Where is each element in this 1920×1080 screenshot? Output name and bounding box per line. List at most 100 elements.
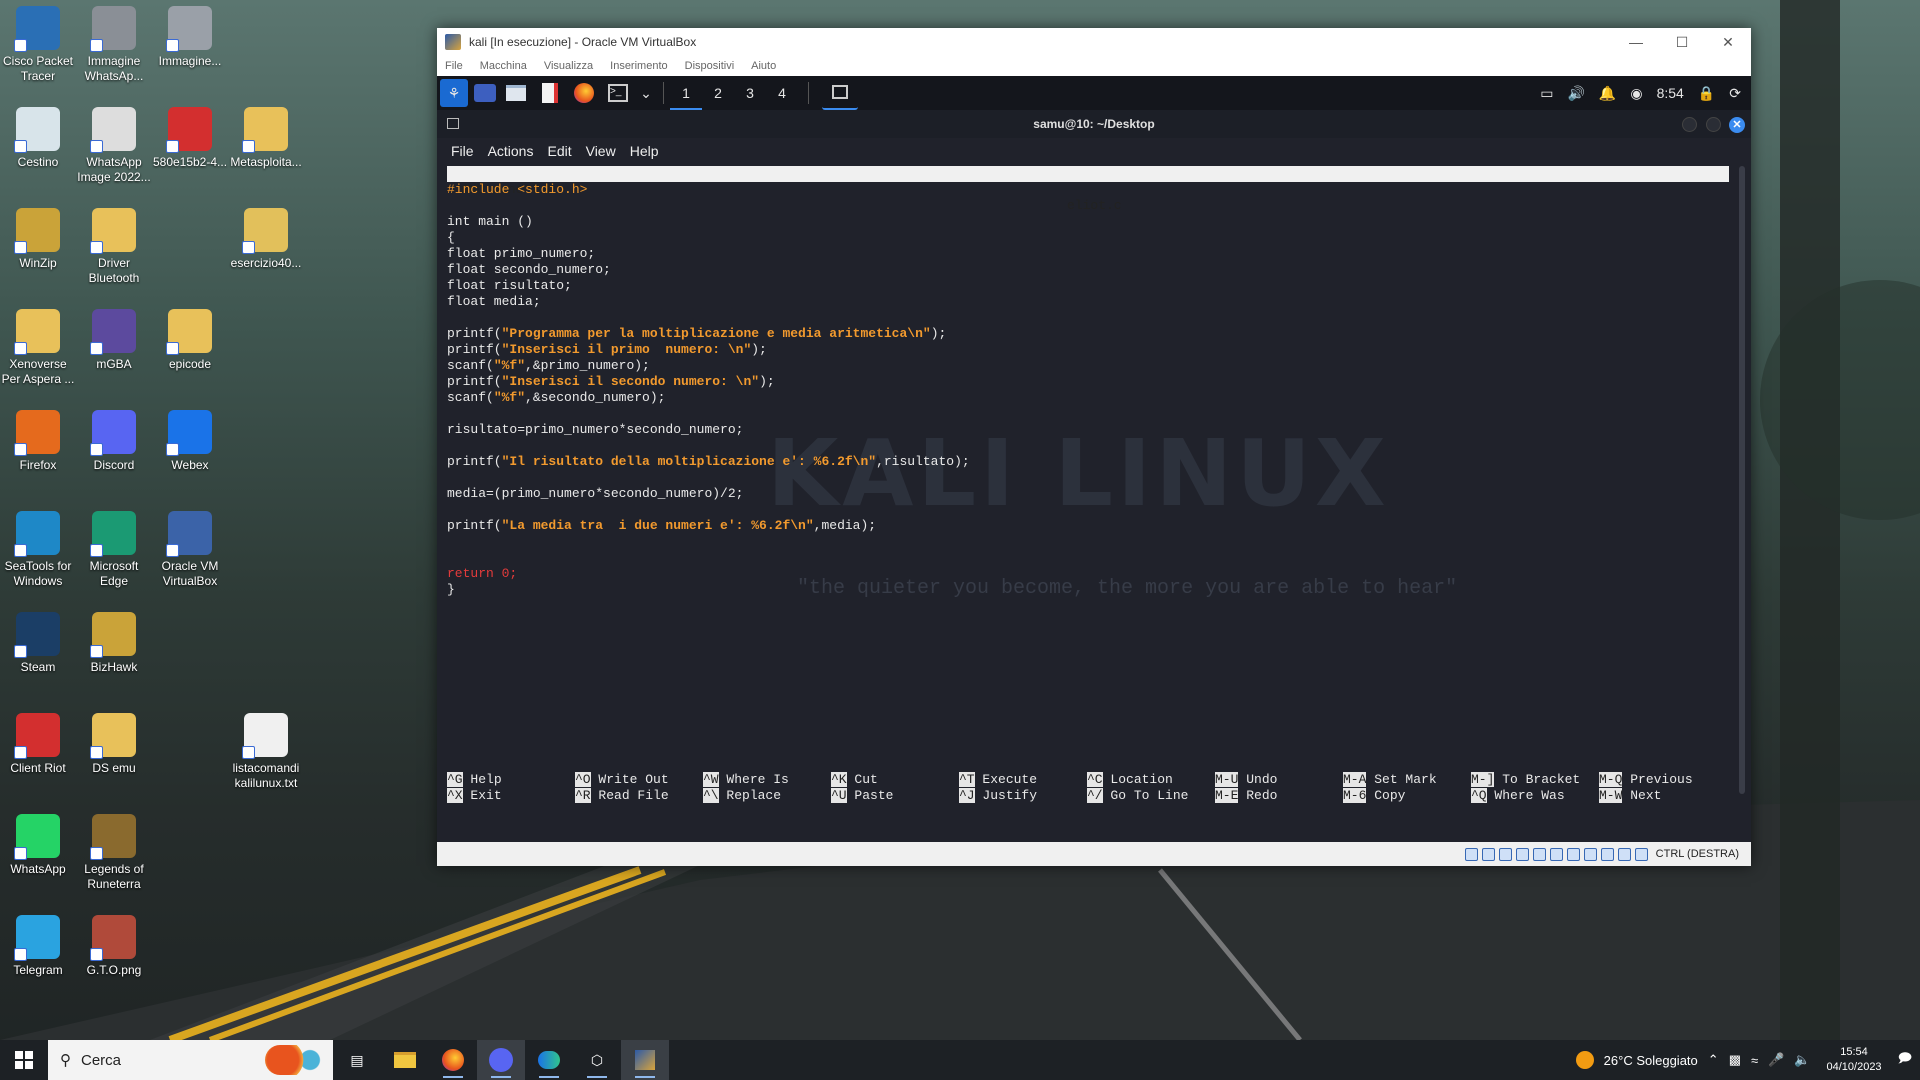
mouse-integration-icon[interactable] [1617, 847, 1631, 861]
menu-view[interactable]: Visualizza [544, 60, 593, 72]
panel-clock[interactable]: 8:54 [1657, 85, 1684, 101]
terminal-scrollbar[interactable] [1739, 166, 1745, 794]
keyboard-icon[interactable] [1634, 847, 1648, 861]
shortcut-label: To Bracket [1502, 772, 1581, 787]
logout-icon[interactable]: ⟳ [1729, 85, 1741, 102]
notification-center-icon[interactable]: 🗩 [1898, 1049, 1912, 1071]
terminal-menu-help[interactable]: Help [630, 143, 659, 159]
desktop-icon[interactable]: SeaTools for Windows [0, 511, 76, 589]
desktop-icon[interactable]: esercizio40... [228, 208, 304, 271]
nano-editor[interactable]: KALI LINUX "the quieter you become, the … [447, 166, 1729, 803]
code-area[interactable]: #include <stdio.h> int main (){float prim… [447, 182, 1729, 598]
kali-vm-taskbar-icon[interactable] [621, 1040, 669, 1080]
terminal-task-icon[interactable] [822, 76, 858, 110]
desktop-icon[interactable]: Firefox [0, 410, 76, 473]
desktop-icon[interactable]: WinZip [0, 208, 76, 271]
clock-date: 04/10/2023 [1826, 1061, 1882, 1073]
optical-drive-icon[interactable] [1481, 847, 1495, 861]
menu-input[interactable]: Inserimento [610, 60, 667, 72]
desktop-icon[interactable]: Xenoverse Per Aspera ... [0, 309, 76, 387]
desktop-icon[interactable]: Metasploita... [228, 107, 304, 170]
wifi-icon[interactable]: ≈ [1751, 1053, 1758, 1068]
desktop-icon[interactable]: Telegram [0, 915, 76, 978]
cpu-icon[interactable] [1600, 847, 1614, 861]
shortcut-label: Where Is [726, 772, 789, 787]
desktop-icon[interactable]: WhatsApp [0, 814, 76, 877]
hdd-icon[interactable] [1464, 847, 1478, 861]
maximize-button[interactable]: ☐ [1659, 28, 1705, 56]
taskbar-search-box[interactable]: ⚲ Cerca [48, 1040, 333, 1080]
desktop-icon[interactable]: listacomandi kalilunux.txt [228, 713, 304, 791]
minimize-button[interactable]: — [1613, 28, 1659, 56]
terminal-close-button[interactable]: ✕ [1729, 117, 1745, 133]
audio-icon[interactable] [1498, 847, 1512, 861]
discord-taskbar-icon[interactable] [477, 1040, 525, 1080]
desktop-icon[interactable]: Immagine WhatsAp... [76, 6, 152, 84]
speaker-icon[interactable]: 🔈 [1794, 1052, 1810, 1068]
workspace-2[interactable]: 2 [702, 76, 734, 110]
desktop-icon[interactable]: Legends of Runeterra [76, 814, 152, 892]
chevron-down-icon[interactable]: ⌄ [638, 79, 654, 107]
file-manager-icon[interactable] [502, 79, 530, 107]
virtualbox-taskbar-icon[interactable]: ⬡ [573, 1040, 621, 1080]
display-icon[interactable]: ▭ [1540, 85, 1553, 102]
file-explorer-icon[interactable] [381, 1040, 429, 1080]
desktop-icon[interactable]: BizHawk [76, 612, 152, 675]
chevron-up-icon[interactable]: ⌃ [1708, 1052, 1719, 1068]
terminal-icon[interactable]: >_ [604, 79, 632, 107]
lock-icon[interactable]: 🔒 [1698, 85, 1715, 102]
webex-taskbar-icon[interactable] [525, 1040, 573, 1080]
desktop-icon[interactable]: 580e15b2-4... [152, 107, 228, 170]
show-desktop-icon[interactable] [474, 84, 496, 102]
menu-devices[interactable]: Dispositivi [685, 60, 735, 72]
desktop-icon[interactable]: Client Riot [0, 713, 76, 776]
desktop-icon[interactable]: Immagine... [152, 6, 228, 69]
terminal-menu-file[interactable]: File [451, 143, 474, 159]
desktop-icon[interactable]: WhatsApp Image 2022... [76, 107, 152, 185]
terminal-menu-view[interactable]: View [586, 143, 616, 159]
desktop-icon[interactable]: epicode [152, 309, 228, 372]
workspace-3[interactable]: 3 [734, 76, 766, 110]
terminal-menu-actions[interactable]: Actions [488, 143, 534, 159]
power-manager-icon[interactable]: ◉ [1630, 85, 1642, 102]
desktop-icon[interactable]: Steam [0, 612, 76, 675]
kali-menu-icon[interactable]: ⚘ [440, 79, 468, 107]
display-icon[interactable] [1566, 847, 1580, 861]
network-icon[interactable] [1515, 847, 1529, 861]
firefox-icon[interactable] [570, 79, 598, 107]
desktop-icon[interactable]: Cisco Packet Tracer [0, 6, 76, 84]
notification-bell-icon[interactable]: 🔔 [1599, 85, 1616, 102]
weather-icon[interactable] [1575, 1051, 1594, 1069]
text-editor-icon[interactable] [536, 79, 564, 107]
terminal-minimize-button[interactable] [1682, 117, 1697, 132]
shared-folder-icon[interactable] [1549, 847, 1563, 861]
desktop-icon[interactable]: Driver Bluetooth [76, 208, 152, 286]
shortcut-label: Write Out [598, 772, 669, 787]
desktop-icon[interactable]: Cestino [0, 107, 76, 170]
weather-text[interactable]: 26°C Soleggiato [1604, 1053, 1698, 1068]
recording-icon[interactable] [1583, 847, 1597, 861]
menu-file[interactable]: File [445, 60, 463, 72]
taskbar-clock[interactable]: 15:54 04/10/2023 [1827, 1045, 1882, 1075]
usb-icon[interactable] [1532, 847, 1546, 861]
workspace-1[interactable]: 1 [670, 76, 702, 110]
desktop-icon[interactable]: Discord [76, 410, 152, 473]
terminal-maximize-button[interactable] [1706, 117, 1721, 132]
task-view-icon[interactable]: ▤ [333, 1040, 381, 1080]
desktop-icon[interactable]: G.T.O.png [76, 915, 152, 978]
close-button[interactable]: ✕ [1705, 28, 1751, 56]
desktop-icon[interactable]: Oracle VM VirtualBox [152, 511, 228, 589]
terminal-menu-edit[interactable]: Edit [547, 143, 571, 159]
desktop-icon[interactable]: Microsoft Edge [76, 511, 152, 589]
desktop-icon[interactable]: Webex [152, 410, 228, 473]
microphone-icon[interactable]: 🎤 [1768, 1052, 1784, 1068]
desktop-icon[interactable]: mGBA [76, 309, 152, 372]
firefox-taskbar-icon[interactable] [429, 1040, 477, 1080]
desktop-icon[interactable]: DS emu [76, 713, 152, 776]
menu-machine[interactable]: Macchina [480, 60, 527, 72]
meet-now-icon[interactable]: ▩ [1729, 1052, 1741, 1068]
volume-icon[interactable]: 🔊 [1567, 85, 1584, 102]
menu-help[interactable]: Aiuto [751, 60, 776, 72]
workspace-4[interactable]: 4 [766, 76, 798, 110]
windows-start-button[interactable] [0, 1040, 48, 1080]
